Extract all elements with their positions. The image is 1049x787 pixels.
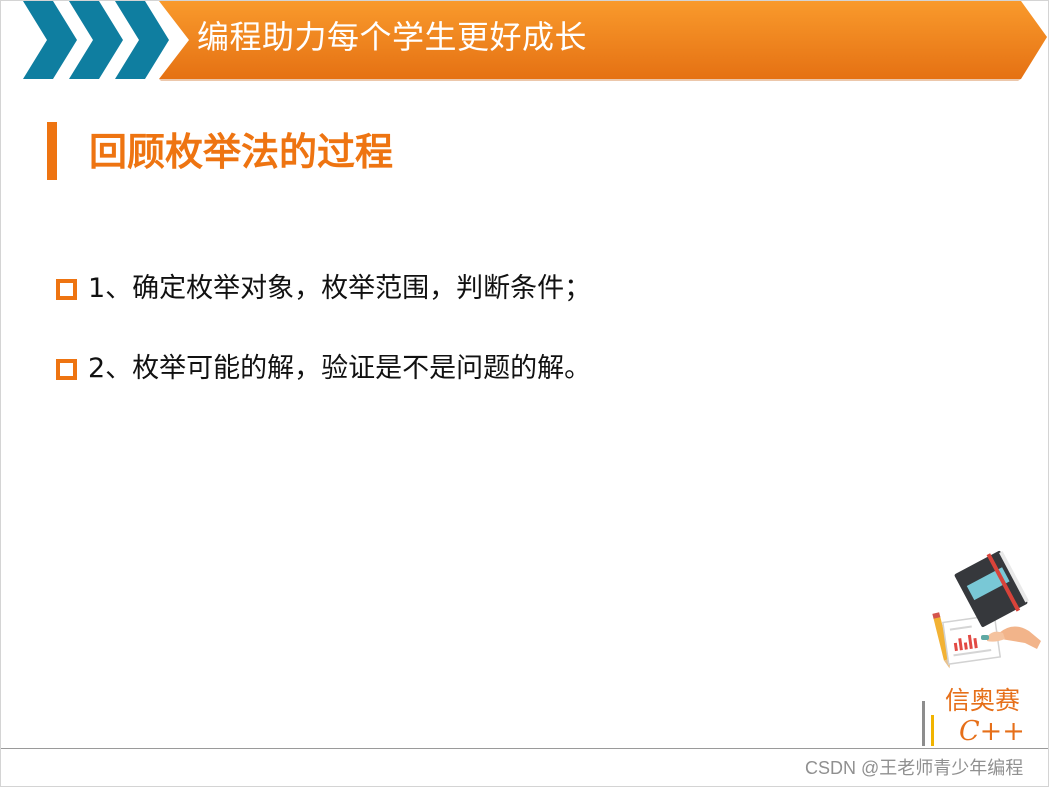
logo-divider-accent	[931, 715, 934, 746]
logo-title: 信奥赛	[945, 686, 1021, 715]
title-banner: 编程助力每个学生更好成长	[1, 1, 1048, 81]
slide: 编程助力每个学生更好成长 回顾枚举法的过程 1、确定枚举对象，枚举范围，判断条件…	[0, 0, 1049, 787]
watermark: CSDN @王老师青少年编程	[805, 758, 1024, 778]
square-bullet-icon	[56, 278, 77, 300]
footer-divider	[1, 748, 1048, 749]
logo-divider	[922, 701, 925, 746]
bullet-item: 2、枚举可能的解，验证是不是问题的解。	[56, 349, 591, 389]
square-bullet-icon	[56, 358, 77, 380]
slide-heading: 回顾枚举法的过程	[89, 130, 394, 174]
book-reading-icon	[932, 551, 1041, 669]
bullet-text: 2、枚举可能的解，验证是不是问题的解。	[88, 353, 592, 384]
bullet-item: 1、确定枚举对象，枚举范围，判断条件；	[56, 269, 591, 309]
banner-title: 编程助力每个学生更好成长	[197, 18, 588, 56]
logo-subtitle: C++	[959, 716, 1025, 747]
heading-accent-bar	[47, 122, 57, 180]
bullet-text: 1、确定枚举对象，枚举范围，判断条件；	[88, 273, 592, 304]
